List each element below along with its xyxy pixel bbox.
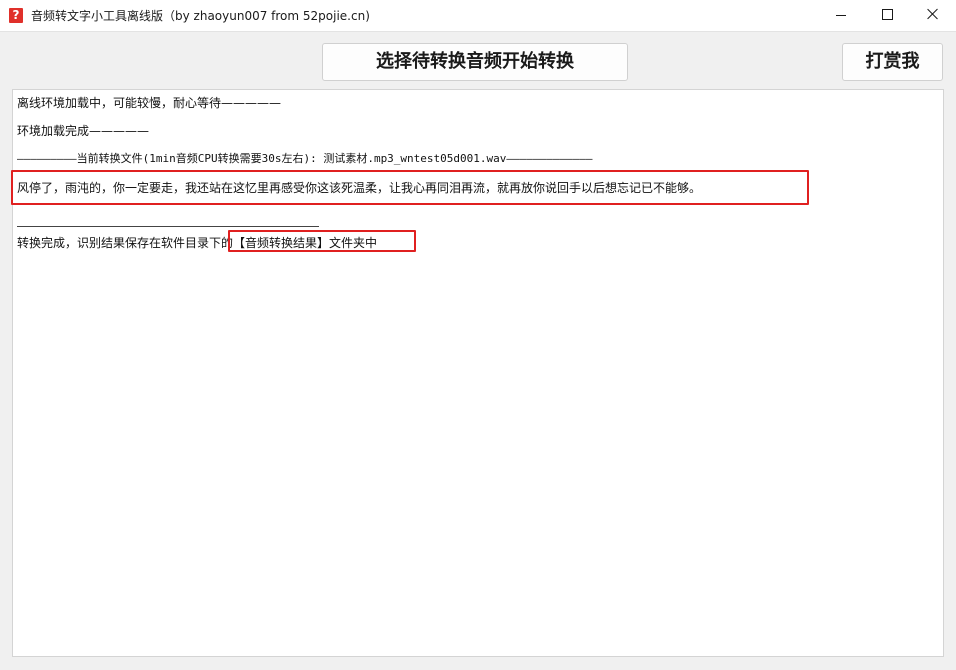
log-line-current-file: —————————当前转换文件(1min音频CPU转换需要30s左右): 测试素…	[17, 152, 593, 165]
log-line-loading: 离线环境加载中，可能较慢，耐心等待—————	[17, 96, 282, 110]
log-line-loaded: 环境加载完成—————	[17, 124, 150, 138]
select-and-convert-button[interactable]: 选择待转换音频开始转换	[322, 43, 628, 81]
highlight-box-folder	[228, 230, 416, 252]
highlight-box-result	[11, 170, 809, 205]
minimize-icon	[836, 14, 846, 16]
maximize-button[interactable]	[864, 0, 910, 31]
close-button[interactable]	[910, 0, 956, 31]
separator-line	[17, 226, 319, 227]
donate-button[interactable]: 打赏我	[842, 43, 943, 81]
title-bar[interactable]: ? 音频转文字小工具离线版（by zhaoyun007 from 52pojie…	[0, 0, 956, 32]
maximize-icon	[881, 8, 893, 20]
window-title: 音频转文字小工具离线版（by zhaoyun007 from 52pojie.c…	[31, 9, 370, 23]
close-icon	[927, 8, 939, 20]
minimize-button[interactable]	[818, 0, 864, 31]
question-icon: ?	[9, 8, 23, 23]
